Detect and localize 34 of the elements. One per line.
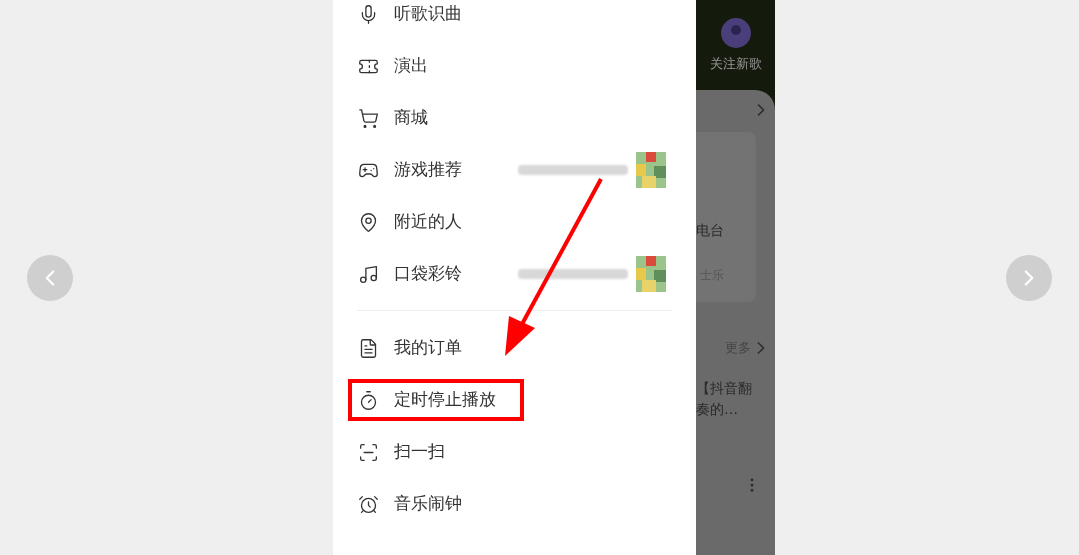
menu-item[interactable]: 演出 bbox=[333, 40, 696, 92]
menu-item-label: 附近的人 bbox=[394, 210, 462, 234]
menu-item[interactable]: 游戏推荐 bbox=[333, 144, 696, 196]
menu-item-label: 扫一扫 bbox=[394, 440, 445, 464]
menu-item[interactable]: 听歌识曲 bbox=[333, 0, 696, 40]
music-note-icon bbox=[358, 263, 379, 285]
menu-item[interactable]: 附近的人 bbox=[333, 196, 696, 248]
menu-item-label: 听歌识曲 bbox=[394, 2, 462, 26]
menu-item[interactable]: 定时停止播放 bbox=[348, 379, 524, 421]
card-title: 电台 bbox=[696, 221, 725, 240]
avatar-icon bbox=[720, 18, 751, 48]
previous-button[interactable] bbox=[27, 254, 73, 301]
location-pin-icon bbox=[358, 211, 379, 233]
menu-item-label: 口袋彩铃 bbox=[394, 262, 462, 286]
menu-item-label: 我的订单 bbox=[394, 336, 462, 360]
document-icon bbox=[358, 337, 379, 359]
menu-item-label: 商城 bbox=[394, 106, 428, 130]
menu-item-label: 演出 bbox=[394, 54, 428, 78]
menu-item[interactable]: 口袋彩铃 bbox=[333, 248, 696, 300]
song-title: 奏的… bbox=[696, 400, 739, 419]
follow-label: 关注新歌 bbox=[709, 55, 762, 73]
timer-icon bbox=[358, 389, 379, 411]
menu-item-label: 音乐闹钟 bbox=[394, 492, 462, 516]
menu-item[interactable]: 扫一扫 bbox=[333, 426, 696, 478]
song-title: 【抖音翻 bbox=[696, 379, 753, 398]
menu-item[interactable]: 音乐闹钟 bbox=[333, 478, 696, 530]
menu-item-label: 游戏推荐 bbox=[394, 158, 462, 182]
scan-icon bbox=[358, 441, 379, 463]
next-button[interactable] bbox=[1006, 254, 1052, 301]
alarm-clock-icon bbox=[358, 493, 379, 515]
menu-item[interactable]: 商城 bbox=[333, 92, 696, 144]
menu-item[interactable]: 我的订单 bbox=[333, 322, 696, 374]
menu-item-label: 定时停止播放 bbox=[394, 388, 496, 412]
cart-icon bbox=[358, 107, 379, 129]
